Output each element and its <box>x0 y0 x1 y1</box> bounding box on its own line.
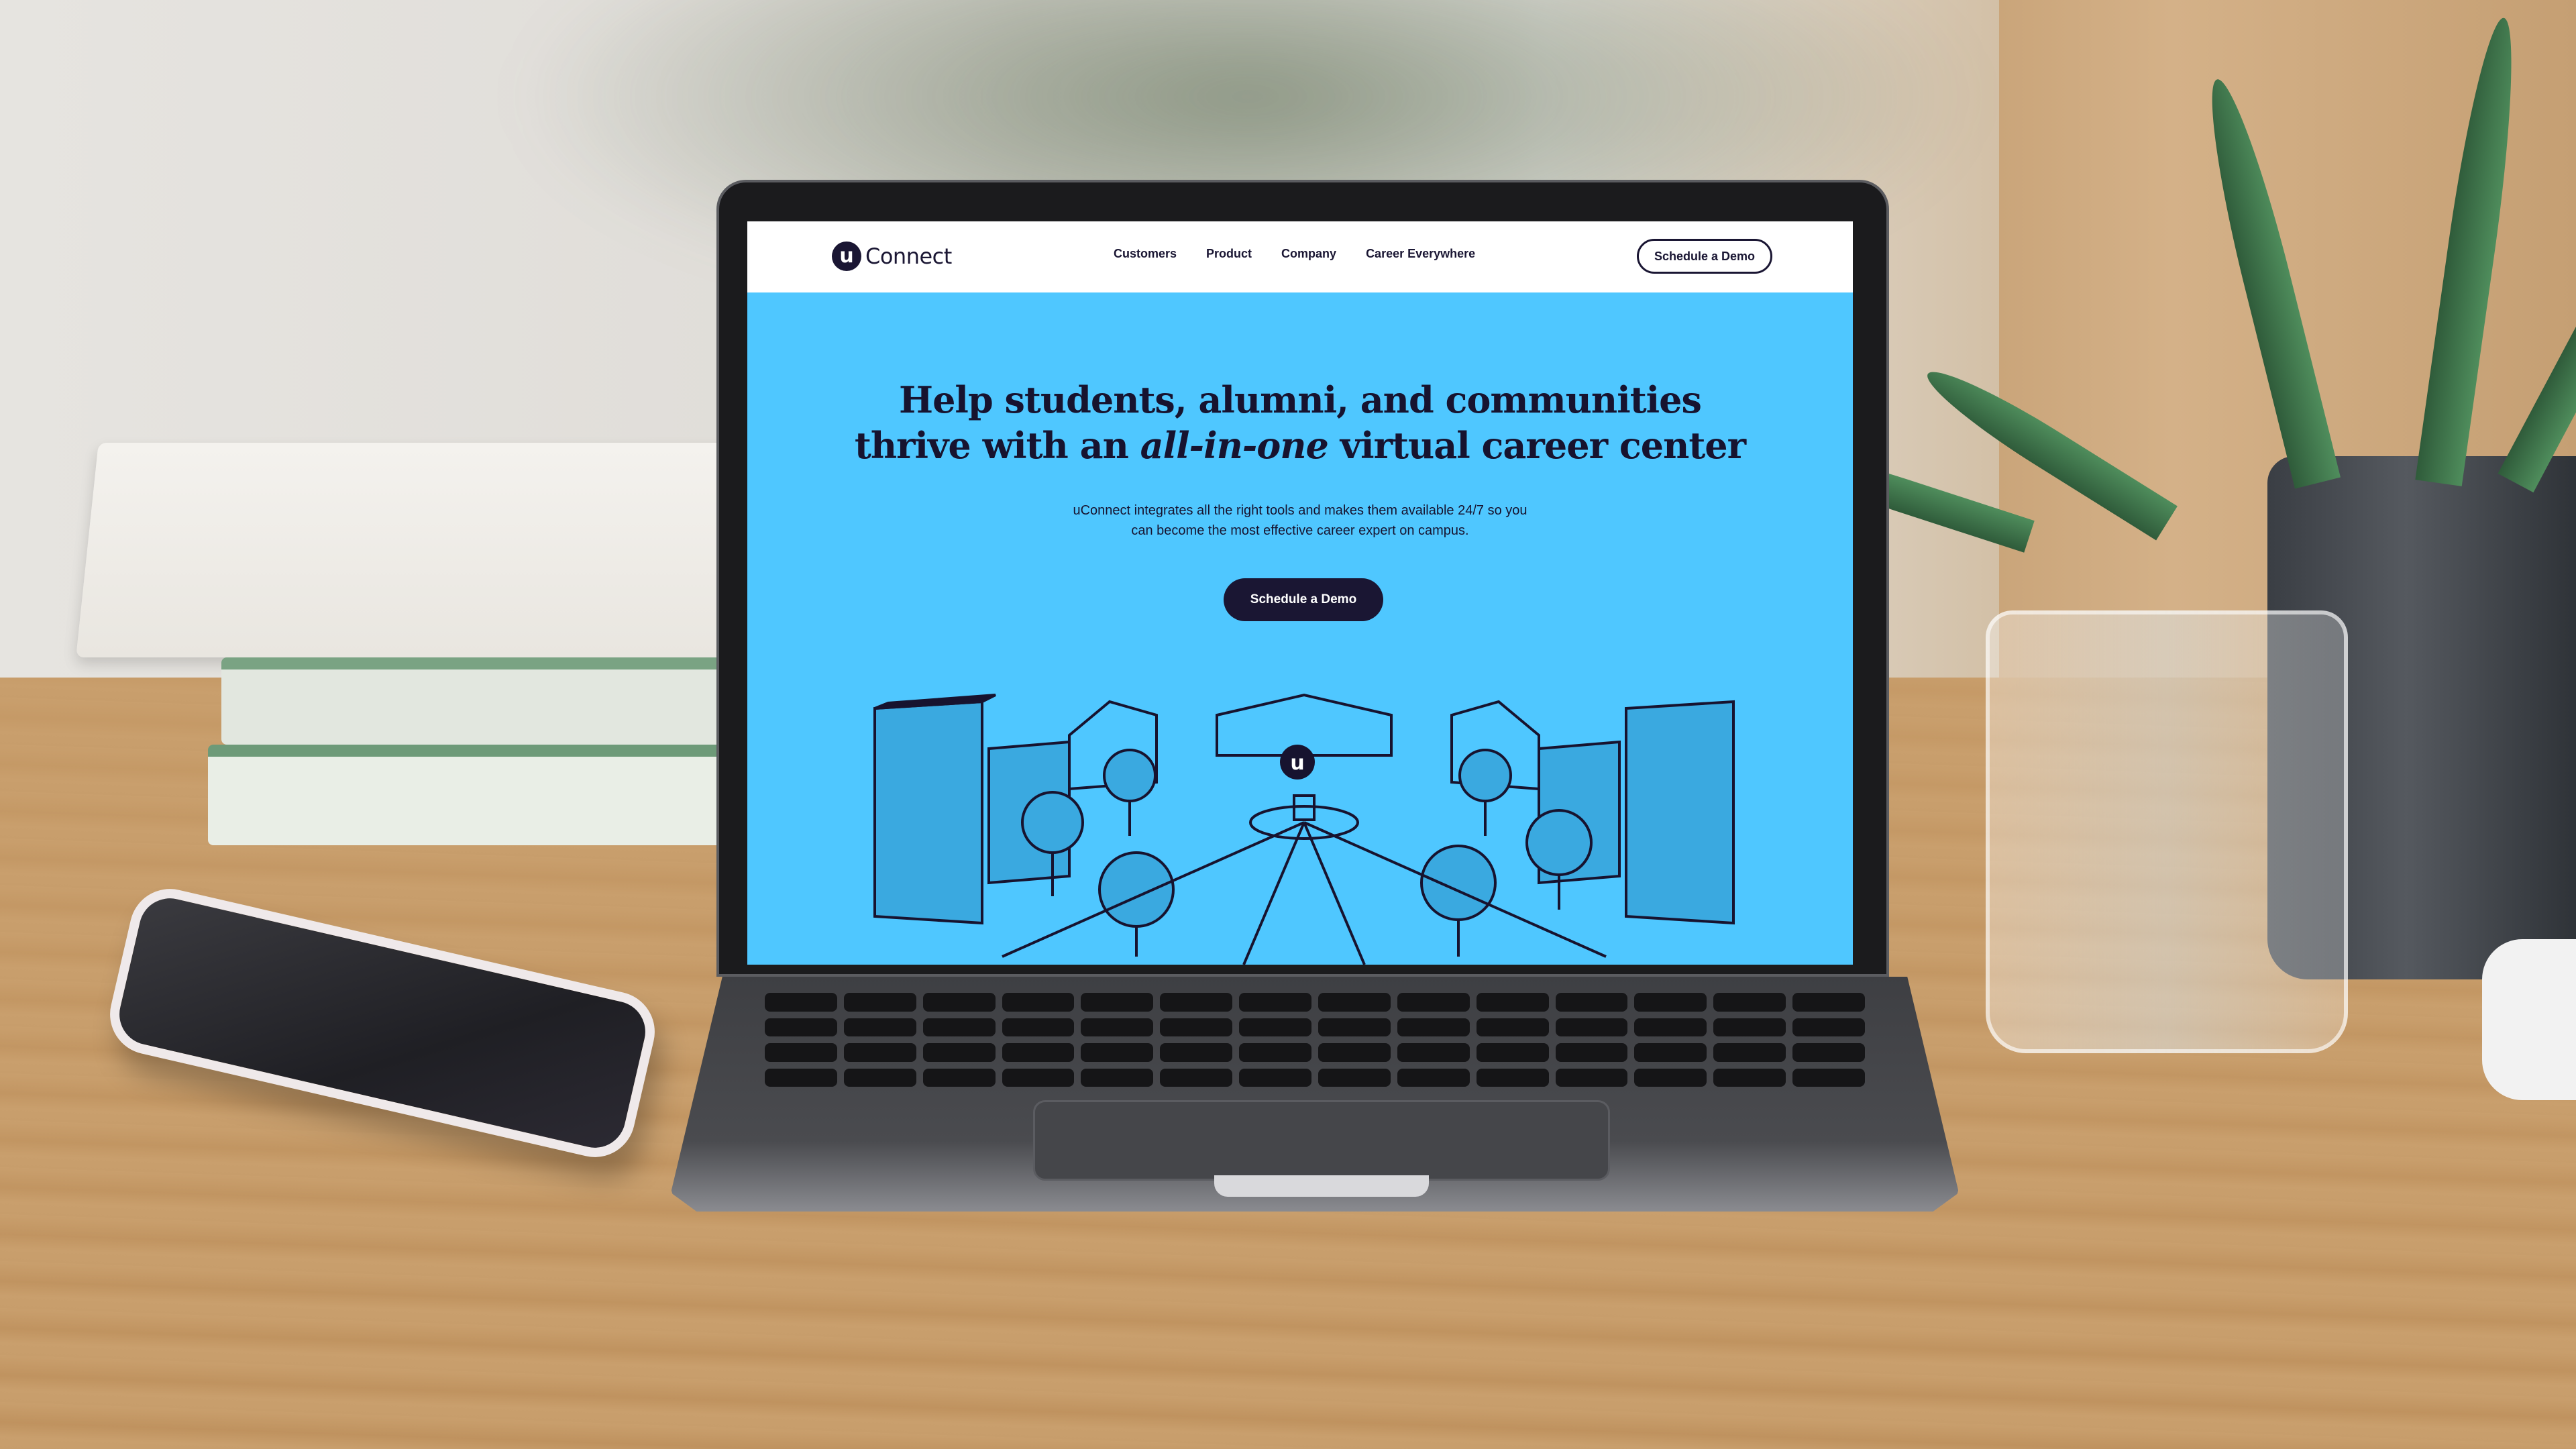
keyboard-key <box>1081 1018 1154 1036</box>
keyboard-key <box>1634 1043 1707 1062</box>
keyboard-key <box>1239 1018 1311 1036</box>
keyboard-key <box>765 993 837 1012</box>
keyboard-key <box>922 1018 996 1036</box>
book-stack <box>76 443 756 845</box>
keyboard-key <box>1476 993 1549 1012</box>
book-bottom <box>208 745 745 845</box>
hero-subtitle: uConnect integrates all the right tools … <box>1032 500 1568 541</box>
keyboard-key <box>843 1043 916 1062</box>
keyboard-key <box>1002 1043 1075 1062</box>
keyboard-key <box>1555 1043 1628 1062</box>
laptop-trackpad <box>1033 1100 1610 1181</box>
uconnect-logo[interactable]: u Connect <box>832 241 952 271</box>
hero-title-line2-post: virtual career center <box>1328 424 1746 467</box>
keyboard-key <box>1239 1068 1311 1087</box>
laptop-screen: u Connect Customers Product Company Care… <box>747 221 1853 965</box>
hero-schedule-demo-button[interactable]: Schedule a Demo <box>1224 578 1383 621</box>
keyboard-key <box>1318 993 1391 1012</box>
laptop-keyboard <box>758 986 1872 1093</box>
nav-link-company[interactable]: Company <box>1281 247 1336 261</box>
keyboard-key <box>1318 1018 1391 1036</box>
keyboard-key <box>1634 993 1707 1012</box>
nav-link-customers[interactable]: Customers <box>1114 247 1177 261</box>
nav-link-product[interactable]: Product <box>1206 247 1252 261</box>
keyboard-key <box>1081 1043 1154 1062</box>
keyboard-key <box>1792 1043 1865 1062</box>
keyboard-key <box>922 1043 996 1062</box>
keyboard-key <box>1476 1043 1549 1062</box>
hero-subtitle-line1: uConnect integrates all the right tools … <box>1073 503 1527 518</box>
earbuds-case <box>2482 939 2576 1100</box>
book-middle <box>221 657 745 745</box>
keyboard-key <box>1239 993 1311 1012</box>
keyboard-key <box>1792 1018 1865 1036</box>
keyboard-key <box>1160 1043 1233 1062</box>
keyboard-key <box>922 993 996 1012</box>
keyboard-key <box>1555 1018 1628 1036</box>
keyboard-key <box>1713 1018 1786 1036</box>
keyboard-key <box>1002 993 1075 1012</box>
keyboard-key <box>765 1018 837 1036</box>
nav-link-career-everywhere[interactable]: Career Everywhere <box>1366 247 1475 261</box>
keyboard-key <box>1634 1068 1707 1087</box>
keyboard-key <box>1397 1018 1470 1036</box>
brand-name: Connect <box>865 244 952 269</box>
campus-city-illustration: u <box>873 693 1735 965</box>
keyboard-key <box>1160 1068 1233 1087</box>
hero-subtitle-line2: can become the most effective career exp… <box>1131 523 1469 538</box>
keyboard-key <box>765 1043 837 1062</box>
hero-title-line2-pre: thrive with an <box>854 424 1140 467</box>
keyboard-key <box>922 1068 996 1087</box>
keyboard-key <box>843 1068 916 1087</box>
keyboard-key <box>1397 1068 1470 1087</box>
nav-links: Customers Product Company Career Everywh… <box>1114 247 1475 261</box>
laptop-notch <box>1214 1175 1429 1197</box>
keyboard-key <box>1476 1018 1549 1036</box>
keyboard-key <box>1713 1068 1786 1087</box>
keyboard-key <box>1160 1018 1233 1036</box>
keyboard-key <box>1081 1068 1154 1087</box>
keyboard-key <box>1713 993 1786 1012</box>
keyboard-key <box>843 1018 916 1036</box>
hero-title: Help students, alumni, and communities t… <box>830 377 1770 468</box>
keyboard-key <box>1239 1043 1311 1062</box>
keyboard-key <box>1397 1043 1470 1062</box>
keyboard-key <box>1002 1018 1075 1036</box>
keyboard-key <box>843 993 916 1012</box>
keyboard-key <box>1555 993 1628 1012</box>
keyboard-key <box>1397 993 1470 1012</box>
u-circle-logo-icon: u <box>832 241 861 271</box>
keyboard-key <box>765 1068 837 1087</box>
keyboard-key <box>1081 993 1154 1012</box>
book-top <box>76 443 756 657</box>
keyboard-key <box>1318 1068 1391 1087</box>
top-navigation: u Connect Customers Product Company Care… <box>747 221 1853 292</box>
keyboard-key <box>1792 993 1865 1012</box>
hero-title-line1: Help students, alumni, and communities <box>899 378 1702 421</box>
keyboard-key <box>1318 1043 1391 1062</box>
nav-schedule-demo-button[interactable]: Schedule a Demo <box>1637 239 1772 274</box>
keyboard-key <box>1555 1068 1628 1087</box>
keyboard-key <box>1160 993 1233 1012</box>
illustration-u-logo-text: u <box>1290 751 1304 775</box>
keyboard-key <box>1476 1068 1549 1087</box>
keyboard-key <box>1713 1043 1786 1062</box>
keyboard-key <box>1792 1068 1865 1087</box>
keyboard-key <box>1002 1068 1075 1087</box>
water-glass <box>1986 610 2348 1053</box>
hero-title-emphasis: all-in-one <box>1140 424 1329 467</box>
keyboard-key <box>1634 1018 1707 1036</box>
